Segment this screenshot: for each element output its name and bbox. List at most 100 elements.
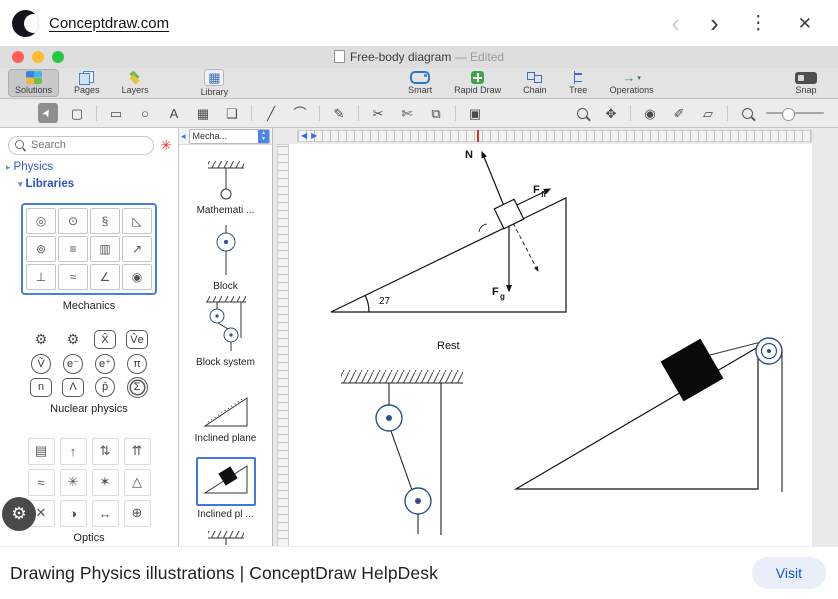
library-selector-stepper[interactable]: ▲ ▼ bbox=[258, 129, 269, 143]
mechanics-shape-icon[interactable]: ∠ bbox=[90, 263, 120, 290]
scroll-right-icon[interactable]: ▶ bbox=[311, 130, 317, 142]
tree-item-physics[interactable]: ▸ Physics bbox=[6, 161, 178, 173]
knife-tool[interactable]: ✄ bbox=[397, 103, 417, 123]
mechanics-shape-icon[interactable]: § bbox=[90, 207, 120, 234]
solutions-store-icon[interactable]: ✳ bbox=[160, 138, 172, 152]
optics-shape-icon[interactable]: ↔ bbox=[91, 499, 119, 527]
toolbar-divider bbox=[455, 105, 456, 121]
optics-shape-icon[interactable]: ✶ bbox=[91, 468, 119, 496]
nuclear-shape-icon[interactable]: e⁺ bbox=[95, 353, 115, 374]
chain-button[interactable]: Chain bbox=[516, 69, 554, 97]
close-window-button[interactable] bbox=[12, 51, 24, 63]
rectangle-tool[interactable]: ▭ bbox=[106, 103, 126, 123]
nuclear-shape-icon[interactable]: X̂ bbox=[94, 330, 116, 349]
optics-shape-icon[interactable]: ↑ bbox=[59, 437, 87, 465]
nuclear-shape-icon[interactable]: n bbox=[30, 377, 52, 397]
select-tool[interactable]: ➤ bbox=[38, 103, 58, 123]
optics-shape-icon[interactable]: ⊕ bbox=[123, 499, 151, 527]
pages-button[interactable]: Pages bbox=[67, 69, 107, 97]
pan-tool[interactable]: ✥ bbox=[601, 103, 621, 123]
zoom-out-button[interactable] bbox=[737, 103, 757, 123]
optics-shape-icon[interactable]: ≈ bbox=[27, 468, 55, 496]
library-button[interactable]: ▦ Library bbox=[194, 67, 236, 99]
eraser-tool[interactable]: ▱ bbox=[698, 103, 718, 123]
shape-item-block-system[interactable]: Block system bbox=[179, 295, 272, 371]
curve-tool[interactable]: ⌒ bbox=[290, 103, 310, 123]
tree-item-libraries[interactable]: ▾ Libraries bbox=[18, 178, 178, 190]
search-input[interactable] bbox=[8, 135, 155, 155]
forward-icon[interactable]: › bbox=[710, 10, 719, 36]
tree-button[interactable]: Tree bbox=[562, 69, 595, 97]
nuclear-shape-icon[interactable]: Λ bbox=[62, 377, 84, 397]
brush-tool[interactable]: ✐ bbox=[669, 103, 689, 123]
block-system-drawing[interactable] bbox=[341, 370, 463, 535]
nuclear-shape-icon[interactable]: ⚙ bbox=[61, 329, 85, 351]
snapshot-tool[interactable]: ▣ bbox=[465, 103, 485, 123]
nuclear-shape-icon[interactable]: Ṽ bbox=[31, 353, 51, 374]
marquee-tool[interactable]: ▢ bbox=[67, 103, 87, 123]
zoom-tool[interactable] bbox=[572, 103, 592, 123]
page-title: Drawing Physics illustrations | ConceptD… bbox=[10, 562, 438, 583]
mechanics-shape-icon[interactable]: ◺ bbox=[122, 207, 152, 234]
settings-gear-button[interactable]: ⚙ bbox=[2, 497, 36, 531]
nuclear-shape-icon[interactable]: e⁻ bbox=[63, 353, 83, 374]
zoom-window-button[interactable] bbox=[52, 51, 64, 63]
snap-button[interactable]: Snap bbox=[788, 69, 824, 97]
optics-shape-icon[interactable]: ⇈ bbox=[123, 437, 151, 465]
overflow-menu-icon[interactable]: ⋮ bbox=[749, 14, 768, 33]
mechanics-shape-icon[interactable]: ⊚ bbox=[26, 235, 56, 262]
close-icon[interactable]: ✕ bbox=[798, 15, 812, 32]
zoom-slider[interactable] bbox=[766, 107, 824, 121]
text-tool[interactable]: A bbox=[164, 103, 184, 123]
nuclear-shape-icon[interactable]: Σ bbox=[126, 376, 148, 398]
mechanics-shape-icon[interactable]: ↗ bbox=[122, 235, 152, 262]
nuclear-shape-icon[interactable]: V̂e bbox=[126, 330, 148, 349]
shape-item-inclined-plane[interactable]: Inclined plane bbox=[179, 371, 272, 447]
free-body-diagram[interactable]: N F fr F g 27 Rest bbox=[330, 149, 567, 352]
mechanics-shape-icon[interactable]: ≡ bbox=[58, 235, 88, 262]
nuclear-shape-icon[interactable]: π bbox=[127, 353, 147, 374]
rapid-draw-button[interactable]: Rapid Draw bbox=[447, 69, 508, 97]
smart-button[interactable]: Smart bbox=[401, 69, 439, 97]
mechanics-shape-icon[interactable]: ⊙ bbox=[58, 207, 88, 234]
zoom-slider-knob[interactable] bbox=[782, 107, 795, 121]
shape-item-mathematical-pendulum[interactable]: Mathemati ... bbox=[179, 145, 272, 219]
nuclear-shape-icon[interactable]: p̄ bbox=[95, 377, 115, 397]
drawing-page[interactable]: N F fr F g 27 Rest bbox=[289, 144, 812, 548]
shape-item-block[interactable]: Block bbox=[179, 219, 272, 295]
optics-shape-icon[interactable]: △ bbox=[123, 468, 151, 496]
mechanics-shape-icon[interactable]: ⊥ bbox=[26, 263, 56, 290]
mechanics-shape-icon[interactable]: ≈ bbox=[58, 263, 88, 290]
pen-tool[interactable]: ✎ bbox=[329, 103, 349, 123]
layers-button[interactable]: Layers bbox=[115, 69, 156, 97]
line-tool[interactable]: ╱ bbox=[261, 103, 281, 123]
minimize-window-button[interactable] bbox=[32, 51, 44, 63]
scroll-left-icon[interactable]: ◀ bbox=[301, 130, 307, 142]
mechanics-shape-icon[interactable]: ◉ bbox=[122, 263, 152, 290]
table-tool[interactable]: ▦ bbox=[193, 103, 213, 123]
optics-shape-icon[interactable]: ✳ bbox=[59, 468, 87, 496]
optics-shape-icon[interactable]: ▤ bbox=[27, 437, 55, 465]
pages-label: Pages bbox=[74, 85, 100, 95]
shape-item-partial[interactable] bbox=[179, 523, 272, 548]
comment-tool[interactable]: ❏ bbox=[222, 103, 242, 123]
stamp-tool[interactable]: ◉ bbox=[640, 103, 660, 123]
library-mechanics-selected[interactable]: ◎ ⊙ § ◺ ⊚ ≡ ▥ ↗ ⊥ ≈ ∠ ◉ bbox=[21, 202, 157, 295]
mechanics-shape-icon[interactable]: ▥ bbox=[90, 235, 120, 262]
ellipse-tool[interactable]: ○ bbox=[135, 103, 155, 123]
back-icon[interactable]: ‹ bbox=[671, 10, 680, 36]
library-selector-dropdown[interactable]: Mecha... ▲ ▼ bbox=[188, 128, 270, 144]
optics-shape-icon[interactable]: ⇅ bbox=[91, 437, 119, 465]
nuclear-shape-icon[interactable]: ⚙ bbox=[29, 329, 53, 351]
site-link[interactable]: Conceptdraw.com bbox=[49, 15, 169, 32]
inclined-plane-drawing[interactable] bbox=[513, 337, 783, 492]
solutions-button[interactable]: Solutions bbox=[8, 69, 60, 97]
optics-shape-icon[interactable]: ◑ bbox=[59, 499, 87, 527]
combine-tool[interactable]: ⧉ bbox=[426, 103, 446, 123]
operations-button[interactable]: → ▾ Operations bbox=[603, 69, 661, 97]
panel-scroll-left-icon[interactable]: ◂ bbox=[181, 131, 186, 141]
shape-item-inclined-plane-with-block-selected[interactable]: Inclined pl ... bbox=[179, 447, 272, 523]
visit-button[interactable]: Visit bbox=[751, 557, 826, 589]
scissors-tool[interactable]: ✂ bbox=[368, 103, 388, 123]
mechanics-shape-icon[interactable]: ◎ bbox=[26, 207, 56, 234]
